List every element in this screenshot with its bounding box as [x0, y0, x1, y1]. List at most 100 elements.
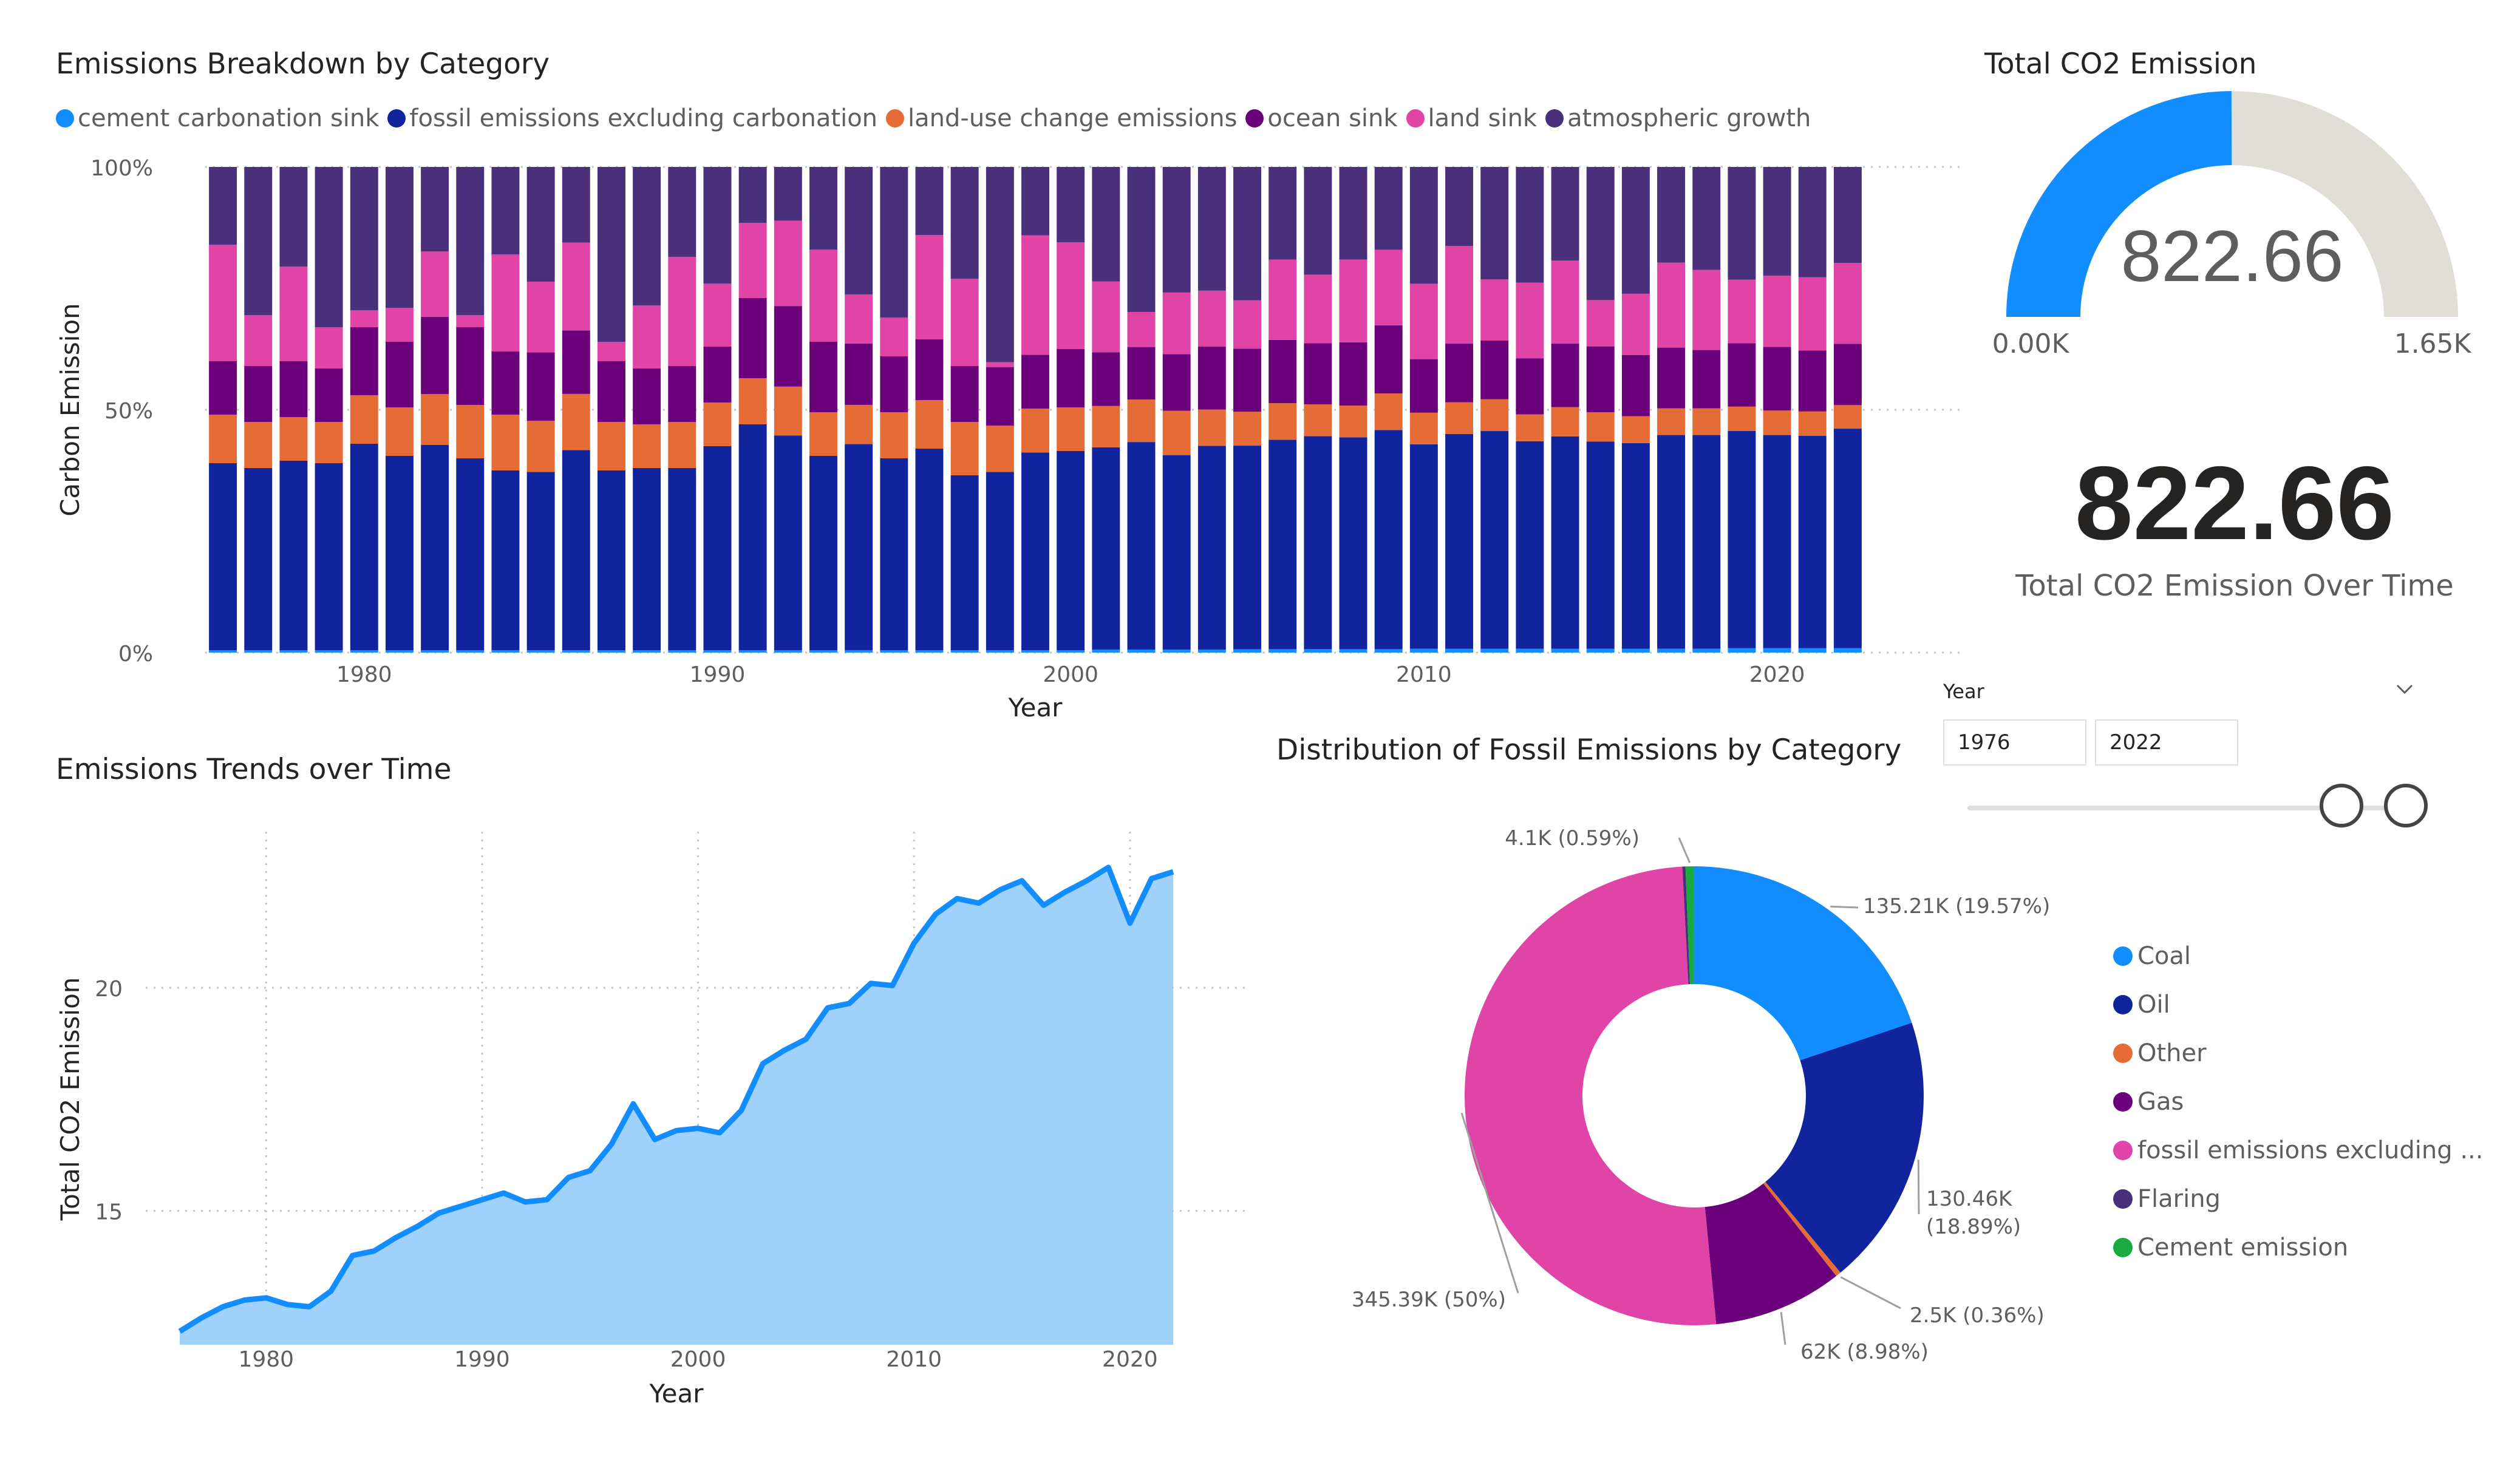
bar-segment: [279, 361, 308, 417]
co2-gauge: 822.66 0.00K 1.65K: [1992, 91, 2472, 359]
bar-segment: [1092, 281, 1120, 353]
bar-segment: [1092, 447, 1120, 650]
bar-segment: [1304, 404, 1332, 436]
bar-segment: [1057, 349, 1085, 407]
trend-chart-title: Emissions Trends over Time: [56, 753, 452, 786]
slider-handle-start[interactable]: [2320, 784, 2363, 827]
bar-segment: [703, 446, 732, 650]
bar-segment: [526, 281, 555, 353]
bar-segment: [1374, 325, 1403, 394]
bar-segment: [1304, 649, 1332, 653]
legend-marker: [2113, 1238, 2133, 1257]
y-tick-label: 50%: [104, 399, 153, 424]
gauge-min-label: 0.00K: [1992, 328, 2070, 359]
bar-segment: [1798, 436, 1827, 648]
x-axis-title: Year: [649, 1379, 704, 1408]
bar-segment: [209, 167, 237, 245]
slider-handle-end[interactable]: [2384, 784, 2428, 827]
bar-segment: [1480, 399, 1509, 432]
bar-segment: [774, 386, 802, 436]
bar-segment: [1339, 649, 1367, 653]
bar-segment: [421, 444, 449, 651]
bar-segment: [1692, 435, 1721, 649]
bar-segment: [633, 167, 661, 305]
bar-segment: [350, 395, 378, 444]
bar-segment: [915, 339, 944, 400]
bar-segment: [1551, 167, 1579, 261]
bar-segment: [1516, 414, 1544, 441]
bar-segment: [1516, 282, 1544, 359]
bar-segment: [1233, 412, 1261, 446]
bar-segment: [1586, 441, 1615, 649]
y-tick-label: 20: [95, 977, 123, 1002]
bar-segment: [1657, 648, 1686, 653]
slicer-label: Year: [1943, 680, 1984, 703]
chevron-down-icon[interactable]: [2392, 677, 2417, 701]
bar-segment: [950, 279, 979, 366]
pie-legend-item: Coal: [2113, 932, 2483, 980]
bar-segment: [1092, 406, 1120, 447]
bar-segment: [385, 407, 414, 456]
bar-segment: [915, 400, 944, 449]
leader-line: [1678, 837, 1691, 863]
breakdown-bar-chart: 0% 50% 100% 1980 1990 2000 2010 2020 Year Carbon …: [55, 156, 1961, 722]
card-label: Total CO2 Emission Over Time: [2015, 569, 2454, 603]
bar-segment: [774, 435, 802, 650]
bar-segment: [1621, 443, 1650, 649]
bar-segment: [633, 305, 661, 368]
data-label: 62K (8.98%): [1800, 1340, 1929, 1364]
bar-segment: [244, 422, 273, 468]
legend-marker: [56, 109, 74, 127]
bar-segment: [1269, 167, 1297, 260]
x-tick-label: 2020: [1749, 662, 1805, 687]
bar-segment: [1657, 347, 1686, 409]
bar-segment: [350, 444, 378, 650]
bar-segment: [1127, 650, 1156, 653]
pie-legend-item: Flaring: [2113, 1175, 2483, 1223]
bar-segment: [1586, 167, 1615, 301]
bar-segment: [491, 650, 520, 653]
bar-segment: [668, 422, 696, 468]
bar-segment: [350, 650, 378, 653]
bar-segment: [1233, 300, 1261, 349]
bar-segment: [845, 650, 873, 653]
bar-segment: [703, 347, 732, 402]
bar-segment: [491, 470, 520, 650]
bar-segment: [845, 444, 873, 650]
bar-segment: [1057, 650, 1085, 653]
legend-label: atmospheric growth: [1567, 104, 1811, 132]
bar-segment: [244, 468, 273, 650]
bar-segment: [1162, 650, 1191, 653]
bar-segment: [1516, 358, 1544, 415]
bar-segment: [1657, 167, 1686, 263]
breakdown-legend: cement carbonation sink fossil emissions …: [56, 104, 1819, 132]
bar-segment: [738, 650, 767, 653]
bar-segment: [279, 461, 308, 650]
bar-segment: [1162, 292, 1191, 355]
legend-marker: [1406, 109, 1425, 127]
legend-marker: [1245, 109, 1264, 127]
bar-segment: [1833, 648, 1862, 653]
bar-segment: [1833, 344, 1862, 406]
bar-segment: [950, 366, 979, 422]
bar-segment: [315, 368, 343, 422]
bar-segment: [526, 421, 555, 472]
bar-segment: [668, 167, 696, 257]
leader-line: [1917, 1160, 1920, 1215]
bar-segment: [1021, 452, 1049, 650]
bar-segment: [1162, 410, 1191, 455]
bar-segment: [1197, 409, 1226, 446]
bar-segment: [526, 167, 555, 282]
bar-segment: [1339, 406, 1367, 438]
x-tick-label: 2010: [886, 1347, 942, 1372]
bar-segment: [1409, 359, 1438, 413]
bar-segment: [703, 402, 732, 446]
bar-segment: [562, 330, 590, 394]
bar-segment: [244, 366, 273, 422]
pie-slice: [1464, 866, 1717, 1325]
year-to-input[interactable]: 2022: [2095, 719, 2238, 766]
bar-segment: [597, 342, 625, 361]
pie-chart-title: Distribution of Fossil Emissions by Cate…: [1276, 733, 1902, 767]
year-from-input[interactable]: 1976: [1943, 719, 2086, 766]
bar-segment: [1480, 341, 1509, 399]
